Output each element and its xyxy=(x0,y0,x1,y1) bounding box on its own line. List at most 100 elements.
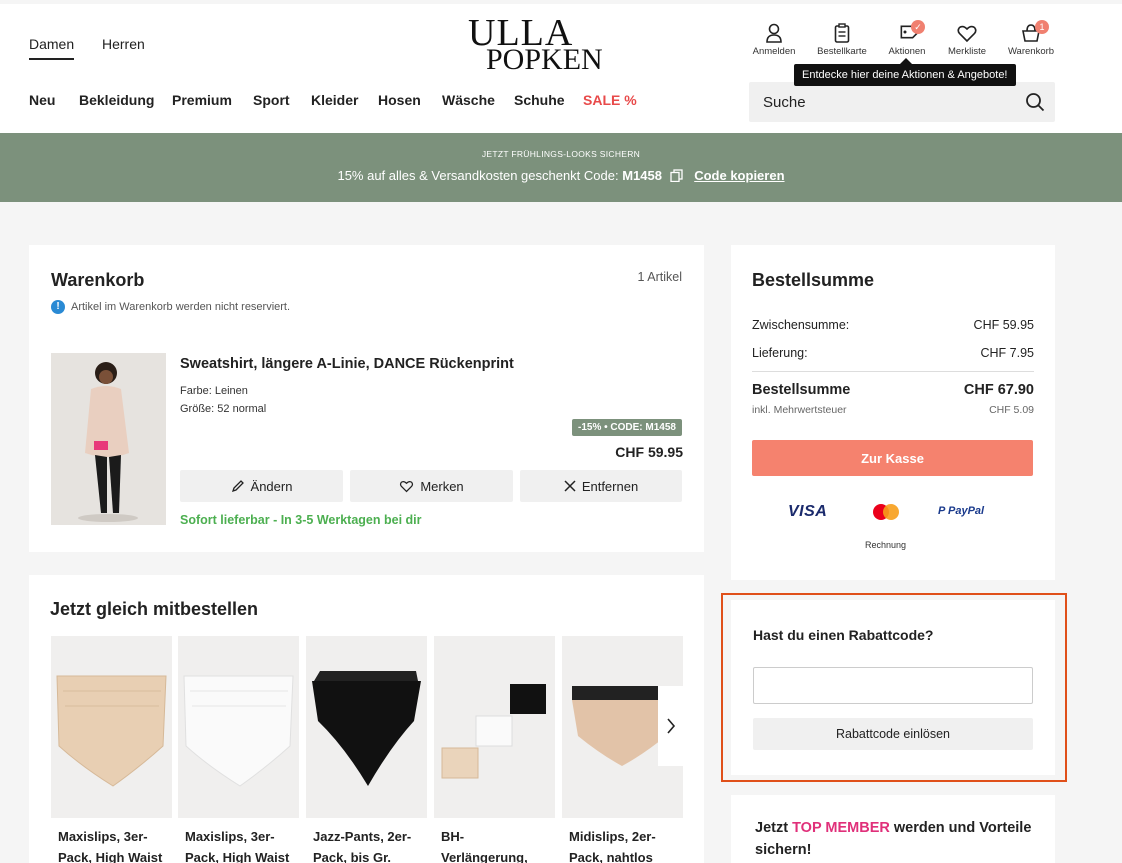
product-image[interactable] xyxy=(51,353,166,525)
summary-divider xyxy=(752,371,1034,372)
tab-damen[interactable]: Damen xyxy=(29,36,75,60)
nav-bekleidung[interactable]: Bekleidung xyxy=(79,92,154,108)
reco-image xyxy=(178,636,299,818)
promo-small-text: JETZT FRÜHLINGS-LOOKS SICHERN xyxy=(481,149,641,159)
reco-image xyxy=(51,636,172,818)
invoice-label: Rechnung xyxy=(865,540,907,550)
user-icon xyxy=(766,23,782,43)
heart-icon xyxy=(957,25,977,43)
nav-waesche[interactable]: Wäsche xyxy=(442,92,495,108)
save-label: Merken xyxy=(420,478,464,494)
login-button[interactable]: Anmelden xyxy=(744,22,804,57)
order-card-button[interactable]: Bestellkarte xyxy=(812,22,872,57)
reco-item[interactable]: Maxislips, 3er- Pack, High Waist xyxy=(51,636,172,863)
tab-herren[interactable]: Herren xyxy=(102,36,145,52)
reco-name: Midislips, 2er- Pack, nahtlos xyxy=(569,829,656,863)
cart-title: Warenkorb xyxy=(51,270,145,290)
paypal-logo: P PayPal xyxy=(938,505,985,517)
vat-label: inkl. Mehrwertsteuer xyxy=(752,404,847,416)
reco-name: BH- Verlängerung, xyxy=(441,829,528,863)
product-name[interactable]: Sweatshirt, längere A-Linie, DANCE Rücke… xyxy=(180,356,514,372)
close-icon xyxy=(564,480,576,492)
reco-name: Maxislips, 3er- Pack, High Waist xyxy=(185,829,290,863)
nav-sale[interactable]: SALE % xyxy=(583,92,637,108)
carousel-next-button[interactable] xyxy=(658,686,684,766)
heart-icon xyxy=(400,480,414,493)
total-value: CHF 67.90 xyxy=(963,382,1034,398)
discount-badge: -15% • CODE: M1458 xyxy=(572,419,682,436)
shipping-label: Lieferung: xyxy=(752,346,808,360)
member-highlight: TOP MEMBER xyxy=(792,820,890,836)
subtotal-label: Zwischensumme: xyxy=(752,318,850,332)
total-label: Bestellsumme xyxy=(752,382,851,398)
product-price: CHF 59.95 xyxy=(615,444,683,460)
chevron-right-icon xyxy=(667,718,676,734)
nav-sport[interactable]: Sport xyxy=(253,92,290,108)
reco-image xyxy=(306,636,427,818)
product-photo xyxy=(51,353,166,525)
vat-row: inkl. Mehrwertsteuer CHF 5.09 xyxy=(752,404,1034,416)
nav-kleider[interactable]: Kleider xyxy=(311,92,358,108)
subtotal-row: Zwischensumme: CHF 59.95 xyxy=(752,318,1034,332)
summary-title: Bestellsumme xyxy=(752,270,875,290)
reco-item[interactable]: BH- Verlängerung, xyxy=(434,636,555,863)
search-bar[interactable]: Suche xyxy=(749,82,1055,122)
logo-line2: POPKEN xyxy=(486,43,603,76)
promo-text-line: 15% auf alles & Versandkosten geschenkt … xyxy=(0,168,1122,183)
copy-code-link[interactable]: Code kopieren xyxy=(694,168,784,183)
coupon-code-input[interactable] xyxy=(753,667,1033,704)
wishlist-label: Merkliste xyxy=(947,46,986,57)
cart-label: Warenkorb xyxy=(1007,46,1055,57)
edit-label: Ändern xyxy=(250,478,293,494)
actions-label: Aktionen xyxy=(888,46,926,57)
order-card-icon xyxy=(834,23,850,43)
reco-image xyxy=(434,636,555,818)
reco-name: Maxislips, 3er- Pack, High Waist xyxy=(58,829,163,863)
actions-check-badge: ✓ xyxy=(911,20,925,34)
reco-name: Jazz-Pants, 2er- Pack, bis Gr. xyxy=(313,829,412,863)
login-label: Anmelden xyxy=(752,46,796,57)
cart-button[interactable]: 1 Warenkorb xyxy=(1001,20,1061,57)
order-card-label: Bestellkarte xyxy=(817,46,867,57)
search-icon[interactable] xyxy=(1025,92,1045,112)
remove-button[interactable]: Entfernen xyxy=(520,470,682,502)
actions-button[interactable]: ✓ Aktionen xyxy=(877,20,937,57)
nav-schuhe[interactable]: Schuhe xyxy=(514,92,565,108)
availability-text: Sofort lieferbar - In 3-5 Werktagen bei … xyxy=(180,513,422,527)
info-icon: ! xyxy=(51,300,65,314)
recommendations-title: Jetzt gleich mitbestellen xyxy=(50,599,259,619)
nav-hosen[interactable]: Hosen xyxy=(378,92,421,108)
mastercard-icon xyxy=(873,504,899,520)
nav-neu[interactable]: Neu xyxy=(29,92,55,108)
actions-tooltip: Entdecke hier deine Aktionen & Angebote! xyxy=(794,58,1016,86)
coupon-title: Hast du einen Rabattcode? xyxy=(753,627,934,643)
promo-banner: JETZT FRÜHLINGS-LOOKS SICHERN 15% auf al… xyxy=(0,133,1122,202)
total-row: Bestellsumme CHF 67.90 xyxy=(752,382,1034,398)
cart-count-badge: 1 xyxy=(1035,20,1049,34)
pencil-icon xyxy=(231,480,244,493)
shipping-row: Lieferung: CHF 7.95 xyxy=(752,346,1034,360)
search-input[interactable]: Suche xyxy=(763,94,806,111)
checkout-button[interactable]: Zur Kasse xyxy=(752,440,1033,476)
cart-notice-text: Artikel im Warenkorb werden nicht reserv… xyxy=(71,300,291,313)
reco-item[interactable]: Maxislips, 3er- Pack, High Waist xyxy=(178,636,299,863)
wishlist-button[interactable]: Merkliste xyxy=(937,22,997,57)
vat-value: CHF 5.09 xyxy=(989,404,1034,416)
nav-premium[interactable]: Premium xyxy=(172,92,232,108)
product-color: Farbe: Leinen xyxy=(180,385,248,397)
cart-notice: ! Artikel im Warenkorb werden nicht reser… xyxy=(51,300,290,314)
brand-logo[interactable]: ULLA POPKEN xyxy=(468,14,618,76)
copy-icon[interactable] xyxy=(669,169,683,183)
edit-button[interactable]: Ändern xyxy=(180,470,343,502)
member-text: Jetzt TOP MEMBER werden und Vorteile sic… xyxy=(755,820,1032,858)
shipping-value: CHF 7.95 xyxy=(980,346,1035,360)
promo-code: M1458 xyxy=(622,168,662,183)
remove-label: Entfernen xyxy=(581,478,639,494)
subtotal-value: CHF 59.95 xyxy=(973,318,1034,332)
promo-text: 15% auf alles & Versandkosten geschenkt … xyxy=(337,168,619,183)
cart-item-count: 1 Artikel xyxy=(637,270,682,284)
reco-item[interactable]: Jazz-Pants, 2er- Pack, bis Gr. xyxy=(306,636,427,863)
product-size: Größe: 52 normal xyxy=(180,403,267,415)
redeem-coupon-button[interactable]: Rabattcode einlösen xyxy=(753,718,1033,750)
save-for-later-button[interactable]: Merken xyxy=(350,470,513,502)
